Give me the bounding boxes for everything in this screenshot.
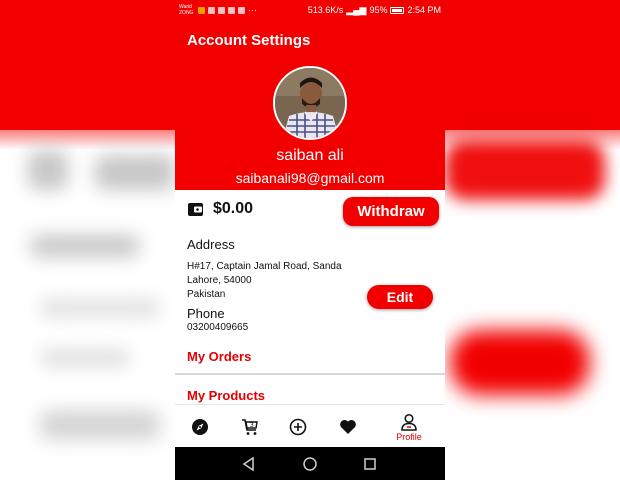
nav-profile-label: Profile <box>396 431 422 442</box>
system-navigation-bar <box>175 447 445 480</box>
notification-icon <box>218 6 225 14</box>
phone-value: 03200409665 <box>187 322 249 333</box>
user-name: saiban ali <box>276 147 344 164</box>
profile-icon <box>401 413 417 431</box>
address-line-1: H#17, Captain Jamal Road, Sanda <box>187 261 342 272</box>
address-label: Address <box>187 237 235 252</box>
address-line-2: Lahore, 54000 <box>187 275 252 286</box>
back-icon[interactable] <box>241 456 257 472</box>
my-orders-link[interactable]: My Orders <box>187 349 251 364</box>
wallet-row: $0.00 <box>187 200 253 218</box>
cart-icon: 3 <box>242 419 258 435</box>
phone-screen: Warid ZONG ··· 513.6K/s ▂▄▆ 95% 2:54 PM … <box>175 0 445 480</box>
bottom-nav: 3 Profile <box>175 404 445 447</box>
home-icon[interactable] <box>302 456 318 472</box>
edit-address-button[interactable]: Edit <box>367 285 433 309</box>
clock: 2:54 PM <box>407 5 441 15</box>
status-bar: Warid ZONG ··· 513.6K/s ▂▄▆ 95% 2:54 PM <box>175 0 445 20</box>
notification-icon <box>208 6 215 14</box>
net-speed: 513.6K/s <box>307 5 344 15</box>
carrier-label: Warid ZONG <box>179 4 194 16</box>
nav-explore[interactable] <box>180 409 220 445</box>
my-products-link[interactable]: My Products <box>187 388 265 403</box>
address-line-3: Pakistan <box>187 289 226 300</box>
nav-favorites[interactable] <box>328 409 368 445</box>
page-title: Account Settings <box>187 32 311 49</box>
svg-text:3: 3 <box>250 422 254 429</box>
withdraw-button[interactable]: Withdraw <box>343 197 439 226</box>
wallet-balance: $0.00 <box>213 200 254 217</box>
signal-icon: ▂▄▆ <box>346 4 367 15</box>
battery-percent: 95% <box>369 5 388 15</box>
nav-cart[interactable]: 3 <box>230 409 270 445</box>
drive-icon <box>238 6 245 14</box>
battery-icon <box>390 6 405 14</box>
user-photo <box>275 68 345 138</box>
add-circle-icon <box>289 418 307 436</box>
wallet-icon <box>188 202 203 216</box>
more-notifications-icon: ··· <box>248 5 257 15</box>
phone-label: Phone <box>187 306 225 321</box>
mail-icon <box>228 6 235 14</box>
avatar[interactable] <box>273 66 347 140</box>
user-email: saibanali98@gmail.com <box>235 170 385 186</box>
heart-icon <box>340 419 356 434</box>
nav-profile[interactable]: Profile <box>389 409 429 445</box>
nav-add[interactable] <box>278 409 318 445</box>
divider <box>175 373 445 375</box>
recents-icon[interactable] <box>362 456 378 472</box>
profile-header: Account Settings saiban ali saibanali98@… <box>175 20 445 190</box>
compass-icon <box>192 419 208 435</box>
notification-icon <box>198 6 205 14</box>
